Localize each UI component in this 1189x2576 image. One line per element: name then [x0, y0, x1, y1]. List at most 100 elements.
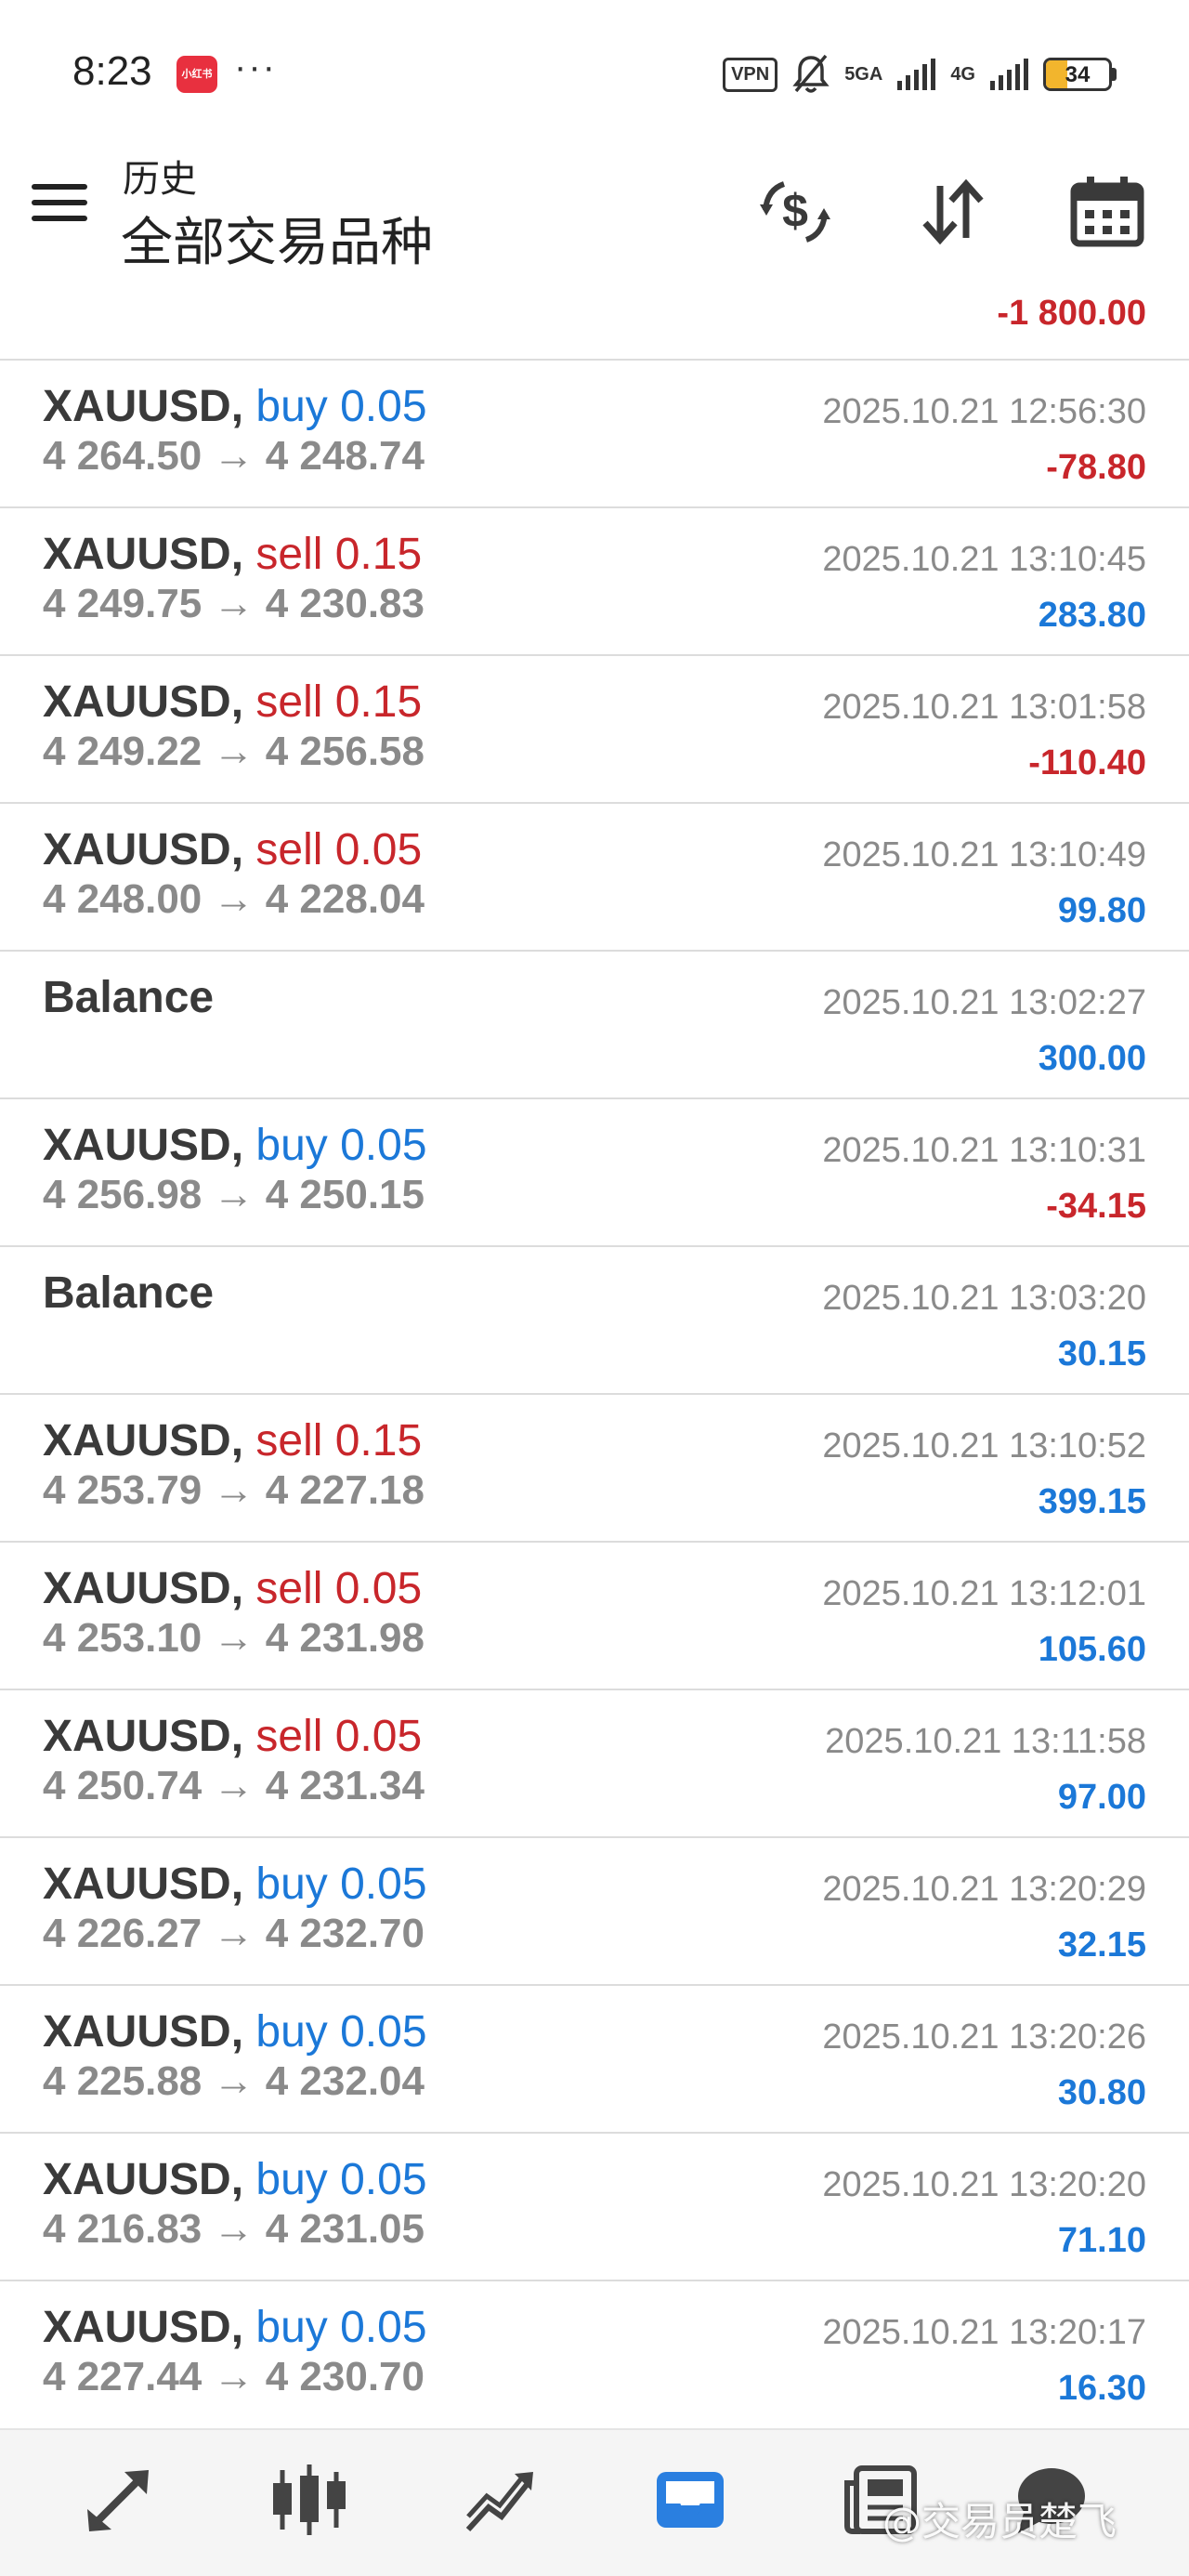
deal-side-volume: sell 0.05	[255, 825, 423, 874]
deal-row[interactable]: XAUUSD, buy 0.05 4 256.98 → 4 250.15 2025.…	[0, 1097, 1189, 1245]
deal-prices: 4 256.98 → 4 250.15	[43, 1172, 425, 1217]
deal-row[interactable]: XAUUSD, buy 0.05 4 226.27 → 4 232.70 2025.…	[0, 1836, 1189, 1984]
deal-profit: 283.80	[1038, 596, 1146, 635]
deal-title: XAUUSD, buy 0.05	[43, 381, 427, 432]
deal-profit: 105.60	[1038, 1630, 1146, 1669]
deal-time: 2025.10.21 13:10:49	[822, 835, 1146, 874]
status-bar: 8:23 小红书 ··· VPN 5GA 4G 34	[0, 0, 1189, 149]
deal-prices: 4 225.88 → 4 232.04	[43, 2058, 425, 2104]
deal-symbol: XAUUSD,	[43, 825, 244, 874]
quotes-icon[interactable]	[72, 2458, 165, 2542]
deal-prices: 4 253.79 → 4 227.18	[43, 1467, 425, 1513]
deal-list: XAUUSD, buy 0.05 4 264.50 → 4 248.74 2025.…	[0, 359, 1189, 2427]
balance-label: Balance	[43, 1268, 215, 1318]
deal-time: 2025.10.21 12:56:30	[822, 392, 1146, 431]
deal-symbol: XAUUSD,	[43, 677, 244, 727]
battery-level: 34	[1065, 62, 1091, 87]
bell-muted-icon	[792, 54, 830, 93]
deal-side-volume: buy 0.05	[255, 2303, 427, 2352]
watermark: @交易员楚飞	[882, 2499, 1117, 2544]
deal-symbol: XAUUSD,	[43, 2007, 244, 2057]
deal-title: XAUUSD, buy 0.05	[43, 2006, 427, 2057]
trade-icon[interactable]	[453, 2458, 546, 2542]
balance-label: Balance	[43, 973, 215, 1022]
signal-bars-icon	[897, 59, 936, 90]
deal-side-volume: sell 0.05	[255, 1712, 423, 1761]
svg-text:$: $	[782, 185, 808, 237]
deal-profit: -110.40	[1028, 743, 1146, 782]
deal-title: XAUUSD, buy 0.05	[43, 2154, 427, 2205]
deal-title: XAUUSD, buy 0.05	[43, 1120, 427, 1171]
deal-profit: 71.10	[1057, 2221, 1146, 2260]
deal-prices: 4 249.22 → 4 256.58	[43, 729, 425, 774]
deal-symbol: XAUUSD,	[43, 2303, 244, 2352]
deal-time: 2025.10.21 13:02:27	[822, 983, 1146, 1022]
deal-title: XAUUSD, sell 0.15	[43, 529, 422, 580]
deal-time: 2025.10.21 13:03:20	[822, 1279, 1146, 1318]
balance-row[interactable]: Balance 2025.10.21 13:03:20 30.15	[0, 1245, 1189, 1393]
deal-time: 2025.10.21 13:01:58	[822, 688, 1146, 727]
deal-side-volume: sell 0.15	[255, 530, 423, 579]
history-icon[interactable]	[644, 2458, 737, 2542]
deal-title: XAUUSD, sell 0.05	[43, 1563, 422, 1614]
header-subtitle: 历史	[123, 158, 197, 201]
balance-row[interactable]: Balance 2025.10.21 13:02:27 300.00	[0, 950, 1189, 1097]
deal-row[interactable]: XAUUSD, buy 0.05 4 227.44 → 4 230.70 2025.…	[0, 2280, 1189, 2427]
deal-side-volume: sell 0.15	[255, 677, 423, 727]
deal-prices: 4 264.50 → 4 248.74	[43, 433, 425, 479]
deal-time: 2025.10.21 13:20:20	[822, 2165, 1146, 2204]
deal-side-volume: buy 0.05	[255, 1860, 427, 1909]
deal-profit: 97.00	[1057, 1778, 1146, 1817]
deal-title: XAUUSD, sell 0.05	[43, 1711, 422, 1762]
deal-prices: 4 216.83 → 4 231.05	[43, 2206, 425, 2252]
deal-row[interactable]: XAUUSD, sell 0.05 4 253.10 → 4 231.98 2025…	[0, 1541, 1189, 1689]
deal-profit: -34.15	[1046, 1187, 1146, 1226]
deal-time: 2025.10.21 13:11:58	[825, 1722, 1146, 1761]
sort-icon[interactable]	[908, 167, 998, 256]
deal-side-volume: buy 0.05	[255, 2007, 427, 2057]
deal-symbol: XAUUSD,	[43, 1564, 244, 1613]
deal-profit: 399.15	[1038, 1482, 1146, 1521]
app-header: 历史 全部交易品种 $	[0, 149, 1189, 297]
deal-title: XAUUSD, sell 0.15	[43, 1415, 422, 1466]
deal-time: 2025.10.21 13:20:26	[822, 2017, 1146, 2057]
deal-row[interactable]: XAUUSD, buy 0.05 4 216.83 → 4 231.05 2025.…	[0, 2132, 1189, 2280]
deal-side-volume: buy 0.05	[255, 382, 427, 431]
deal-symbol: XAUUSD,	[43, 530, 244, 579]
total-profit: -1 800.00	[997, 294, 1146, 333]
symbol-filter-title[interactable]: 全部交易品种	[121, 201, 433, 276]
status-time: 8:23	[72, 48, 152, 94]
deal-row[interactable]: XAUUSD, buy 0.05 4 225.88 → 4 232.04 2025.…	[0, 1984, 1189, 2132]
deal-time: 2025.10.21 13:10:31	[822, 1131, 1146, 1170]
chart-icon[interactable]	[263, 2458, 356, 2542]
deal-prices: 4 226.27 → 4 232.70	[43, 1911, 425, 1956]
deal-time: 2025.10.21 13:10:52	[822, 1426, 1146, 1465]
network-4g-label: 4G	[950, 64, 975, 85]
deal-symbol: XAUUSD,	[43, 1121, 244, 1170]
calendar-icon[interactable]	[1063, 167, 1152, 256]
currency-exchange-icon[interactable]: $	[751, 167, 840, 256]
deal-row[interactable]: XAUUSD, sell 0.15 4 249.22 → 4 256.58 2025…	[0, 654, 1189, 802]
deal-row[interactable]: XAUUSD, sell 0.05 4 248.00 → 4 228.04 2025…	[0, 802, 1189, 950]
deal-profit: 30.15	[1057, 1334, 1146, 1373]
menu-icon[interactable]	[32, 184, 87, 230]
deal-side-volume: buy 0.05	[255, 2155, 427, 2204]
deal-symbol: XAUUSD,	[43, 1860, 244, 1909]
deal-profit: 16.30	[1057, 2369, 1146, 2408]
deal-symbol: XAUUSD,	[43, 1712, 244, 1761]
deal-time: 2025.10.21 13:20:29	[822, 1870, 1146, 1909]
deal-symbol: XAUUSD,	[43, 382, 244, 431]
deal-row[interactable]: XAUUSD, sell 0.05 4 250.74 → 4 231.34 2025…	[0, 1689, 1189, 1836]
deal-prices: 4 250.74 → 4 231.34	[43, 1763, 425, 1808]
deal-title: XAUUSD, buy 0.05	[43, 2302, 427, 2353]
deal-prices: 4 227.44 → 4 230.70	[43, 2354, 425, 2399]
deal-row[interactable]: XAUUSD, sell 0.15 4 249.75 → 4 230.83 2025…	[0, 506, 1189, 654]
battery-icon: 34	[1043, 58, 1117, 91]
deal-prices: 4 248.00 → 4 228.04	[43, 876, 425, 922]
deal-symbol: XAUUSD,	[43, 1416, 244, 1465]
deal-prices: 4 253.10 → 4 231.98	[43, 1615, 425, 1661]
deal-side-volume: sell 0.05	[255, 1564, 423, 1613]
status-indicators: VPN 5GA 4G 34	[723, 52, 1117, 97]
deal-row[interactable]: XAUUSD, sell 0.15 4 253.79 → 4 227.18 2025…	[0, 1393, 1189, 1541]
deal-row[interactable]: XAUUSD, buy 0.05 4 264.50 → 4 248.74 2025.…	[0, 359, 1189, 506]
